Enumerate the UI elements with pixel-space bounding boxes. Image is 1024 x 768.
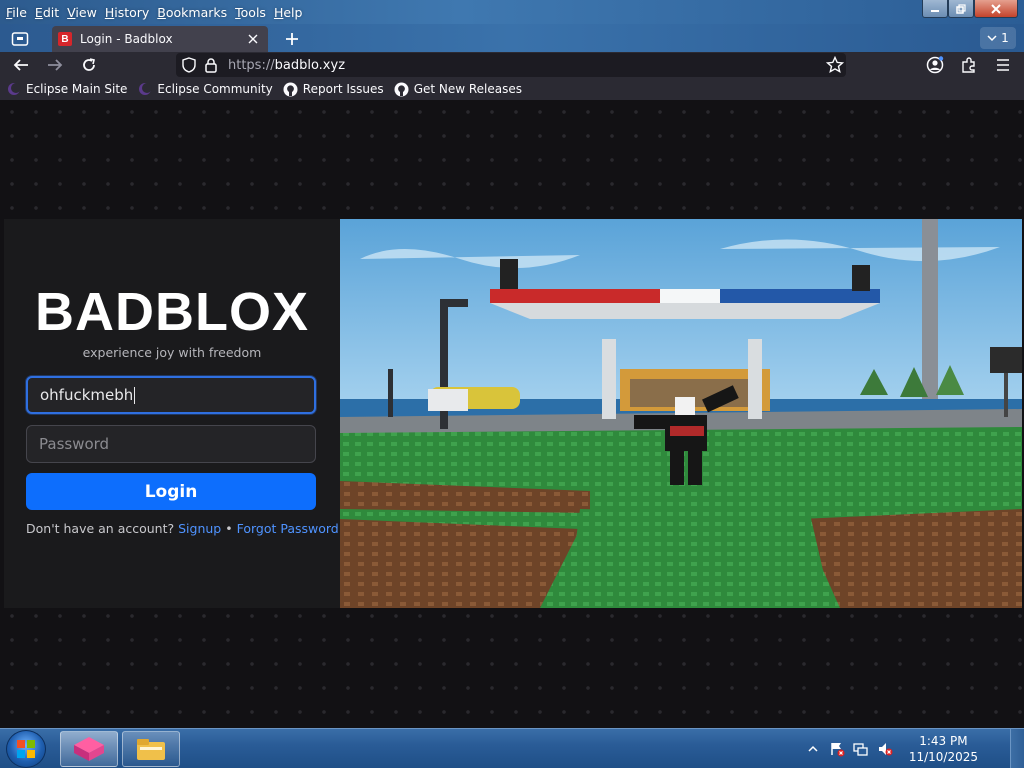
reload-icon [83, 58, 95, 71]
minimize-icon [931, 9, 939, 12]
firefox-view-button[interactable] [6, 27, 34, 51]
arrow-right-icon [48, 59, 63, 71]
bookmark-label: Eclipse Community [157, 82, 273, 96]
eclipse-icon [6, 81, 22, 97]
page-content: BADBLOX experience joy with freedom ohfu… [0, 100, 1024, 728]
menu-history[interactable]: History [101, 5, 153, 20]
menu-help[interactable]: Help [270, 5, 307, 20]
extensions-button[interactable] [958, 54, 980, 76]
action-center-icon[interactable] [829, 741, 845, 757]
tab-strip: B Login - Badblox 1 [0, 24, 1024, 52]
close-icon [248, 34, 258, 44]
show-hidden-icons-button[interactable] [805, 741, 821, 757]
account-links: Don't have an account? Signup • Forgot P… [26, 521, 339, 536]
account-button[interactable] [924, 54, 946, 76]
bookmark-report-issues[interactable]: Report Issues [283, 81, 384, 97]
clock-time: 1:43 PM [919, 734, 968, 748]
chevron-down-icon [987, 35, 997, 42]
reload-button[interactable] [78, 54, 100, 76]
maximize-button[interactable] [948, 0, 974, 18]
bookmark-get-new-releases[interactable]: Get New Releases [394, 81, 522, 97]
taskbar-browser-app[interactable] [60, 731, 118, 767]
menu-tools[interactable]: Tools [231, 5, 270, 20]
folder-icon [137, 739, 165, 760]
menu-bookmarks[interactable]: Bookmarks [153, 5, 231, 20]
navigation-bar: https://badblo.xyz [0, 52, 1024, 78]
bookmark-eclipse-community[interactable]: Eclipse Community [137, 81, 273, 97]
text-caret [134, 386, 136, 404]
windows-logo-icon [17, 740, 35, 758]
bookmarks-toolbar: Eclipse Main Site Eclipse Community Repo… [0, 78, 1024, 100]
tab-login-badblox[interactable]: B Login - Badblox [52, 26, 268, 52]
clock-date: 11/10/2025 [908, 750, 978, 764]
back-button[interactable] [10, 54, 32, 76]
signup-link[interactable]: Signup [178, 521, 221, 536]
login-button[interactable]: Login [26, 473, 316, 510]
arrow-left-icon [13, 59, 28, 71]
url-text: https://badblo.xyz [228, 57, 346, 73]
tab-close-button[interactable] [244, 30, 262, 48]
tab-title: Login - Badblox [80, 32, 173, 46]
no-account-text: Don't have an account? [26, 521, 175, 536]
forgot-password-link[interactable]: Forgot Password [237, 521, 339, 536]
clock[interactable]: 1:43 PM 11/10/2025 [909, 733, 978, 765]
password-input[interactable]: Password [26, 425, 316, 463]
window-controls [922, 0, 1018, 18]
github-icon [394, 81, 410, 97]
menu-edit[interactable]: Edit [31, 5, 63, 20]
chevron-up-icon [808, 745, 818, 752]
plus-icon [286, 33, 298, 45]
taskbar-explorer-app[interactable] [122, 731, 180, 767]
password-placeholder: Password [39, 435, 110, 453]
url-bar[interactable]: https://badblo.xyz [176, 53, 846, 77]
tagline: experience joy with freedom [82, 345, 262, 360]
network-icon[interactable] [853, 741, 869, 757]
show-desktop-button[interactable] [1010, 729, 1024, 768]
username-input[interactable]: ohfuckmebh [26, 376, 316, 414]
app-menu-button[interactable] [992, 54, 1014, 76]
username-value: ohfuckmebh [40, 386, 134, 404]
close-icon [991, 3, 1001, 14]
hamburger-menu-icon [997, 59, 1009, 71]
link-separator: • [221, 521, 237, 536]
minimize-button[interactable] [922, 0, 948, 18]
bookmark-eclipse-main-site[interactable]: Eclipse Main Site [6, 81, 127, 97]
firefox-view-icon [11, 32, 29, 46]
github-icon [283, 81, 299, 97]
bookmark-label: Eclipse Main Site [26, 82, 128, 96]
eclipse-icon [137, 81, 153, 97]
login-panel: BADBLOX experience joy with freedom ohfu… [4, 219, 340, 608]
close-window-button[interactable] [974, 0, 1018, 18]
start-button[interactable] [6, 730, 46, 768]
account-icon [926, 56, 944, 74]
bookmark-label: Report Issues [302, 82, 384, 96]
taskbar: 1:43 PM 11/10/2025 [0, 728, 1024, 768]
menu-file[interactable]: File [2, 5, 31, 20]
game-scene-image [340, 219, 1022, 608]
badblox-favicon-icon: B [58, 32, 72, 46]
menu-view[interactable]: View [63, 5, 101, 20]
lock-icon[interactable] [202, 56, 220, 74]
system-tray: 1:43 PM 11/10/2025 [805, 729, 978, 768]
badblox-logo: BADBLOX [35, 282, 309, 342]
tab-count: 1 [1001, 31, 1009, 45]
new-tab-button[interactable] [280, 28, 304, 50]
volume-muted-icon[interactable] [877, 741, 893, 757]
puzzle-icon [962, 57, 975, 73]
bookmark-label: Get New Releases [413, 82, 523, 96]
star-icon [825, 55, 845, 74]
restore-icon [956, 3, 966, 14]
tracking-shield-icon[interactable] [180, 56, 198, 74]
menu-bar: File Edit View History Bookmarks Tools H… [0, 0, 1024, 24]
list-all-tabs-button[interactable]: 1 [980, 27, 1016, 49]
eclipse-browser-icon [74, 737, 104, 761]
bookmark-star-button[interactable] [825, 55, 845, 78]
forward-button[interactable] [44, 54, 66, 76]
